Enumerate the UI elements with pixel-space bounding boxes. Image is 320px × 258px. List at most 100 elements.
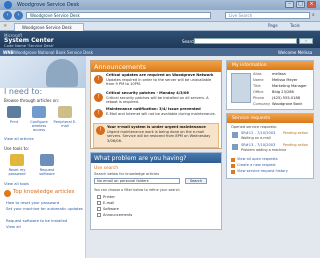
create-request-link[interactable]: Create a new request [237,163,276,167]
top-article-3[interactable]: Request software to be installed [6,218,67,223]
top-article-2[interactable]: Set your machine for automatic updates [6,206,83,211]
info-value: Melissa Meyer [272,78,298,82]
announcement-item[interactable]: Your e-mail system is under urgent maint… [107,125,217,143]
search-icon[interactable]: ⌕ [312,12,315,18]
top-article-1[interactable]: How to reset your password [6,200,59,205]
announcement-item[interactable]: Critical updates are required on Woodgro… [106,73,218,87]
key-icon[interactable] [10,154,24,166]
filter-printer-label: Printer [103,195,115,199]
browser-icon [4,1,12,9]
info-value: Marketing Manager [272,84,307,88]
info-value: melissa [272,72,286,76]
email-icon[interactable] [58,106,72,118]
browser-tab-row: ★ Woodgrove Service Desk Page Tools [0,22,320,31]
browser-tab[interactable]: Woodgrove Service Desk [14,23,84,31]
tools-heading: Use tools to: [4,146,30,151]
printer-icon[interactable] [7,106,21,118]
browse-item-email[interactable]: Peripheral E-mail [52,120,78,128]
announcements-panel: Announcements ! Critical updates are req… [90,60,222,149]
filter-printer-checkbox[interactable] [97,195,101,199]
filter-email-checkbox[interactable] [97,201,101,205]
right-column: My information Alias melissa Name Meliss… [226,60,314,258]
software-icon[interactable] [40,154,54,166]
use-search-heading: Use search [94,166,119,171]
back-icon[interactable]: ‹ [3,11,12,20]
alert-icon: ! [94,75,103,84]
browse-item-print[interactable]: Print [1,120,27,124]
info-key: Company [253,102,271,106]
left-column: I need to: Browse through articles on: P… [0,56,86,258]
filter-software-checkbox[interactable] [97,207,101,211]
view-open-requests-link[interactable]: View all open requests [237,157,278,161]
alert-icon: ! [94,93,103,102]
service-requests-panel: Service requests Opened service requests… [226,113,314,179]
info-key: Title [253,84,261,88]
view-all-tools-link[interactable]: View all tools [4,181,29,186]
view-all-articles-link[interactable]: View all articles [4,136,34,141]
my-information-header: My information [227,61,313,70]
info-value: Bldg 23/286 [272,90,294,94]
request-history-link[interactable]: View service request history [237,169,288,173]
info-value: Woodgrove Bank [272,102,303,106]
welcome-text: Welcome Melissa [278,50,313,55]
warning-icon: ! [96,126,105,135]
tools-menu[interactable]: Tools [290,23,300,28]
kb-search-input[interactable]: No email on personal folders [94,178,180,184]
announcement-item[interactable]: Critical security patches - Monday 4/3/0… [106,91,218,105]
browse-item-wireless[interactable]: Configure wireless access [26,120,52,132]
urgent-notice: ! Your e-mail system is under urgent mai… [93,123,219,148]
request-icon [232,132,238,138]
request-id-link[interactable]: SR#13 - 7/10/2003 [241,143,275,147]
person-illustration [46,59,78,87]
request-status: Pending action [283,131,309,135]
address-input[interactable]: Woodgrove Service Desk [26,12,211,19]
service-requests-header: Service requests [227,114,313,123]
filter-announcements-label: Announcements [103,213,133,217]
browse-heading: Browse through articles on: [4,98,60,103]
app-header: Microsoft System Center Code Name 'Servi… [0,31,320,48]
problem-header: What problem are you having? [91,153,221,163]
tool-request-software[interactable]: Request software [34,168,60,176]
maximize-icon[interactable]: □ [296,1,305,8]
alert-icon: ! [94,109,103,118]
info-value: (425) 555-0188 [272,96,301,100]
requests-intro: Opened service requests: [231,125,277,129]
bullet-icon [231,170,235,174]
close-icon[interactable]: × [307,1,316,8]
minimize-icon[interactable]: – [285,1,294,8]
favorites-star-icon[interactable]: ★ [3,23,7,29]
wireless-icon[interactable] [32,106,46,118]
window-title: Woodgrove Service Desk [17,2,80,8]
my-information-panel: My information Alias melissa Name Meliss… [226,60,314,110]
site-search-button[interactable]: › [299,38,313,44]
tool-reset-password[interactable]: Reset my password [4,168,30,176]
search-hint: Search below for knowledge articles [94,172,160,176]
service-requests-title: Service requests [232,116,271,121]
request-status: Pending action [283,143,309,147]
kb-search-button[interactable]: Search [185,178,207,184]
top-articles-view-all[interactable]: View all [6,224,21,229]
avatar [231,73,251,103]
filter-email-label: E-mail [103,201,115,205]
info-key: Name [253,78,264,82]
filter-software-label: Software [103,207,119,211]
info-key: Phone [253,96,265,100]
page-menu[interactable]: Page [268,23,278,28]
site-search-input[interactable] [194,38,297,44]
request-id-link[interactable]: SR#12 - 7/10/2003 [241,131,275,135]
brand-logo: WNB [3,50,14,55]
hero-image [0,56,86,88]
browser-search-input[interactable]: Live Search [225,12,310,19]
my-information-title: My information [232,63,267,68]
problem-panel: What problem are you having? Use search … [90,152,222,230]
i-need-to-title: I need to: [4,87,43,96]
announcements-header: Announcements [91,61,221,72]
brand-tagline: Woodgrove National Bank Service Desk [14,50,94,55]
request-desc: Problem adding a machine [241,148,287,152]
tab-label: Woodgrove Service Desk [22,25,72,30]
problem-title: What problem are you having? [94,155,187,162]
filter-announcements-checkbox[interactable] [97,213,101,217]
forward-icon[interactable]: › [14,11,23,20]
announcement-item[interactable]: Maintenance notification: 3/4/ Issue pre… [106,107,218,116]
top-articles-icon [4,190,11,197]
